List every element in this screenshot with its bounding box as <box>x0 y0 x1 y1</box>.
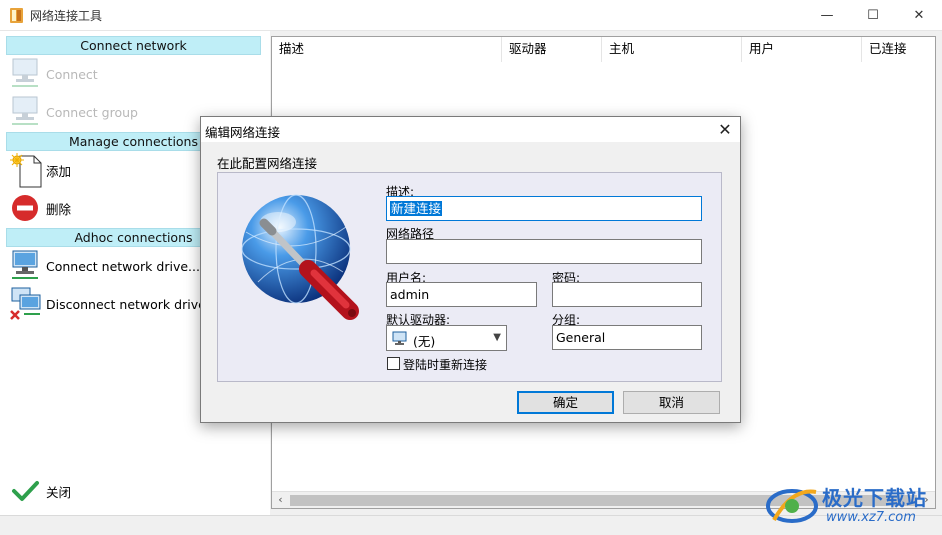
network-computer-icon <box>10 56 42 92</box>
connect-group-label: Connect group <box>46 104 138 120</box>
window-title: 网络连接工具 <box>30 9 103 23</box>
edit-connection-dialog: 编辑网络连接 ✕ 在此配置网络连接 描述: 新建连接 网络路径 用户名: adm… <box>200 116 741 423</box>
delete-label: 删除 <box>46 201 72 217</box>
network-path-field[interactable] <box>386 239 702 264</box>
column-header-drive[interactable]: 驱动器 <box>502 37 602 62</box>
minimize-icon: — <box>820 8 834 23</box>
column-header-connected[interactable]: 已连接 <box>862 37 935 62</box>
watermark-title: 极光下载站 <box>822 486 927 510</box>
dialog-title-bar: 编辑网络连接 ✕ <box>201 117 740 142</box>
delete-icon <box>10 190 42 226</box>
column-header-description[interactable]: 描述 <box>272 37 502 62</box>
title-bar: 网络连接工具 — ☐ ✕ <box>0 0 942 31</box>
dialog-title: 编辑网络连接 <box>205 125 281 140</box>
disconnect-drive-icon <box>10 286 42 322</box>
close-icon: ✕ <box>913 8 925 23</box>
column-header-user[interactable]: 用户 <box>742 37 862 62</box>
maximize-button[interactable]: ☐ <box>850 0 896 31</box>
column-header-host[interactable]: 主机 <box>602 37 742 62</box>
disconnect-drive-label: Disconnect network drive... <box>46 296 218 312</box>
computer-icon <box>392 331 407 345</box>
maximize-icon: ☐ <box>867 8 879 23</box>
network-group-icon <box>10 94 42 130</box>
group-field[interactable]: General <box>552 325 702 350</box>
connect-item[interactable]: Connect <box>10 56 265 92</box>
connect-drive-icon <box>10 248 42 284</box>
watermark-url: www.xz7.com <box>826 510 916 525</box>
add-label: 添加 <box>46 163 72 179</box>
cancel-button[interactable]: 取消 <box>623 391 720 414</box>
reconnect-checkbox[interactable] <box>387 357 400 370</box>
close-panel-item[interactable]: 关闭 <box>10 473 265 509</box>
config-group-box: 描述: 新建连接 网络路径 用户名: admin 密码: 默认驱动器: (无) … <box>217 172 722 382</box>
scroll-left-icon[interactable]: ‹ <box>272 492 289 509</box>
default-drive-select[interactable]: (无) ▼ <box>386 325 507 351</box>
password-field[interactable] <box>552 282 702 307</box>
description-field[interactable]: 新建连接 <box>386 196 702 221</box>
connect-drive-label: Connect network drive... <box>46 258 200 274</box>
close-window-button[interactable]: ✕ <box>896 0 942 31</box>
dialog-subtitle: 在此配置网络连接 <box>217 156 318 171</box>
minimize-button[interactable]: — <box>804 0 850 31</box>
ok-button[interactable]: 确定 <box>517 391 614 414</box>
chevron-down-icon: ▼ <box>493 332 501 343</box>
watermark-logo-icon <box>766 489 818 523</box>
section-header-connect: Connect network <box>6 36 261 55</box>
default-drive-value: (无) <box>413 334 436 349</box>
close-icon: ✕ <box>718 119 732 139</box>
app-icon <box>10 8 23 23</box>
checkmark-icon <box>10 473 42 509</box>
description-value: 新建连接 <box>390 201 443 216</box>
close-label: 关闭 <box>46 484 72 500</box>
watermark: 极光下载站 www.xz7.com <box>760 480 940 530</box>
username-field[interactable]: admin <box>386 282 537 307</box>
network-tools-globe-icon <box>241 194 359 320</box>
dialog-close-button[interactable]: ✕ <box>711 118 739 140</box>
reconnect-label: 登陆时重新连接 <box>403 358 488 372</box>
new-document-icon <box>10 152 42 188</box>
connect-label: Connect <box>46 66 98 82</box>
